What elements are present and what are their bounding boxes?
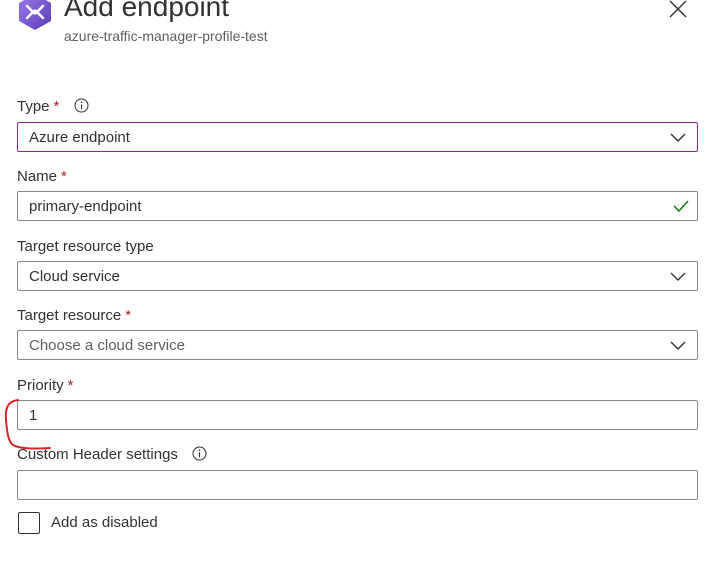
required-marker: * (53, 98, 60, 115)
close-icon[interactable] (667, 0, 689, 18)
page-title: Add endpoint (64, 0, 230, 22)
priority-input[interactable]: 1 (17, 400, 698, 430)
required-marker: * (61, 168, 67, 185)
type-label-text: Type (17, 98, 50, 115)
custom-header-label-text: Custom Header settings (17, 446, 178, 463)
target-resource-type-label-text: Target resource type (17, 238, 154, 255)
info-icon[interactable] (192, 446, 207, 461)
chevron-down-icon (670, 133, 686, 142)
target-resource-dropdown[interactable]: Choose a cloud service (17, 330, 698, 360)
name-label-text: Name (17, 168, 58, 185)
add-as-disabled-checkbox[interactable] (18, 512, 40, 534)
chevron-down-icon (670, 272, 686, 281)
checkmark-icon (673, 200, 689, 213)
name-label: Name * (17, 168, 67, 186)
info-icon[interactable] (74, 98, 89, 113)
priority-value: 1 (29, 407, 38, 424)
type-label: Type * (17, 98, 89, 116)
panel-header: Add endpoint azure-traffic-manager-profi… (0, 0, 705, 60)
priority-label: Priority * (17, 377, 74, 395)
type-value: Azure endpoint (29, 129, 130, 146)
add-as-disabled-label[interactable]: Add as disabled (51, 514, 158, 532)
type-dropdown[interactable]: Azure endpoint (17, 122, 698, 152)
priority-label-text: Priority (17, 377, 64, 394)
name-input[interactable]: primary-endpoint (17, 191, 698, 221)
target-resource-label: Target resource * (17, 307, 131, 325)
target-resource-placeholder: Choose a cloud service (29, 337, 185, 354)
chevron-down-icon (670, 341, 686, 350)
target-resource-label-text: Target resource (17, 307, 122, 324)
target-resource-type-dropdown[interactable]: Cloud service (17, 261, 698, 291)
custom-header-input[interactable] (17, 470, 698, 500)
target-resource-type-value: Cloud service (29, 268, 120, 285)
required-marker: * (125, 307, 132, 324)
page-subtitle: azure-traffic-manager-profile-test (64, 28, 268, 44)
traffic-manager-icon (19, 0, 51, 30)
name-value: primary-endpoint (29, 198, 142, 215)
custom-header-label: Custom Header settings (17, 446, 207, 464)
target-resource-type-label: Target resource type (17, 238, 154, 256)
required-marker: * (67, 377, 74, 394)
